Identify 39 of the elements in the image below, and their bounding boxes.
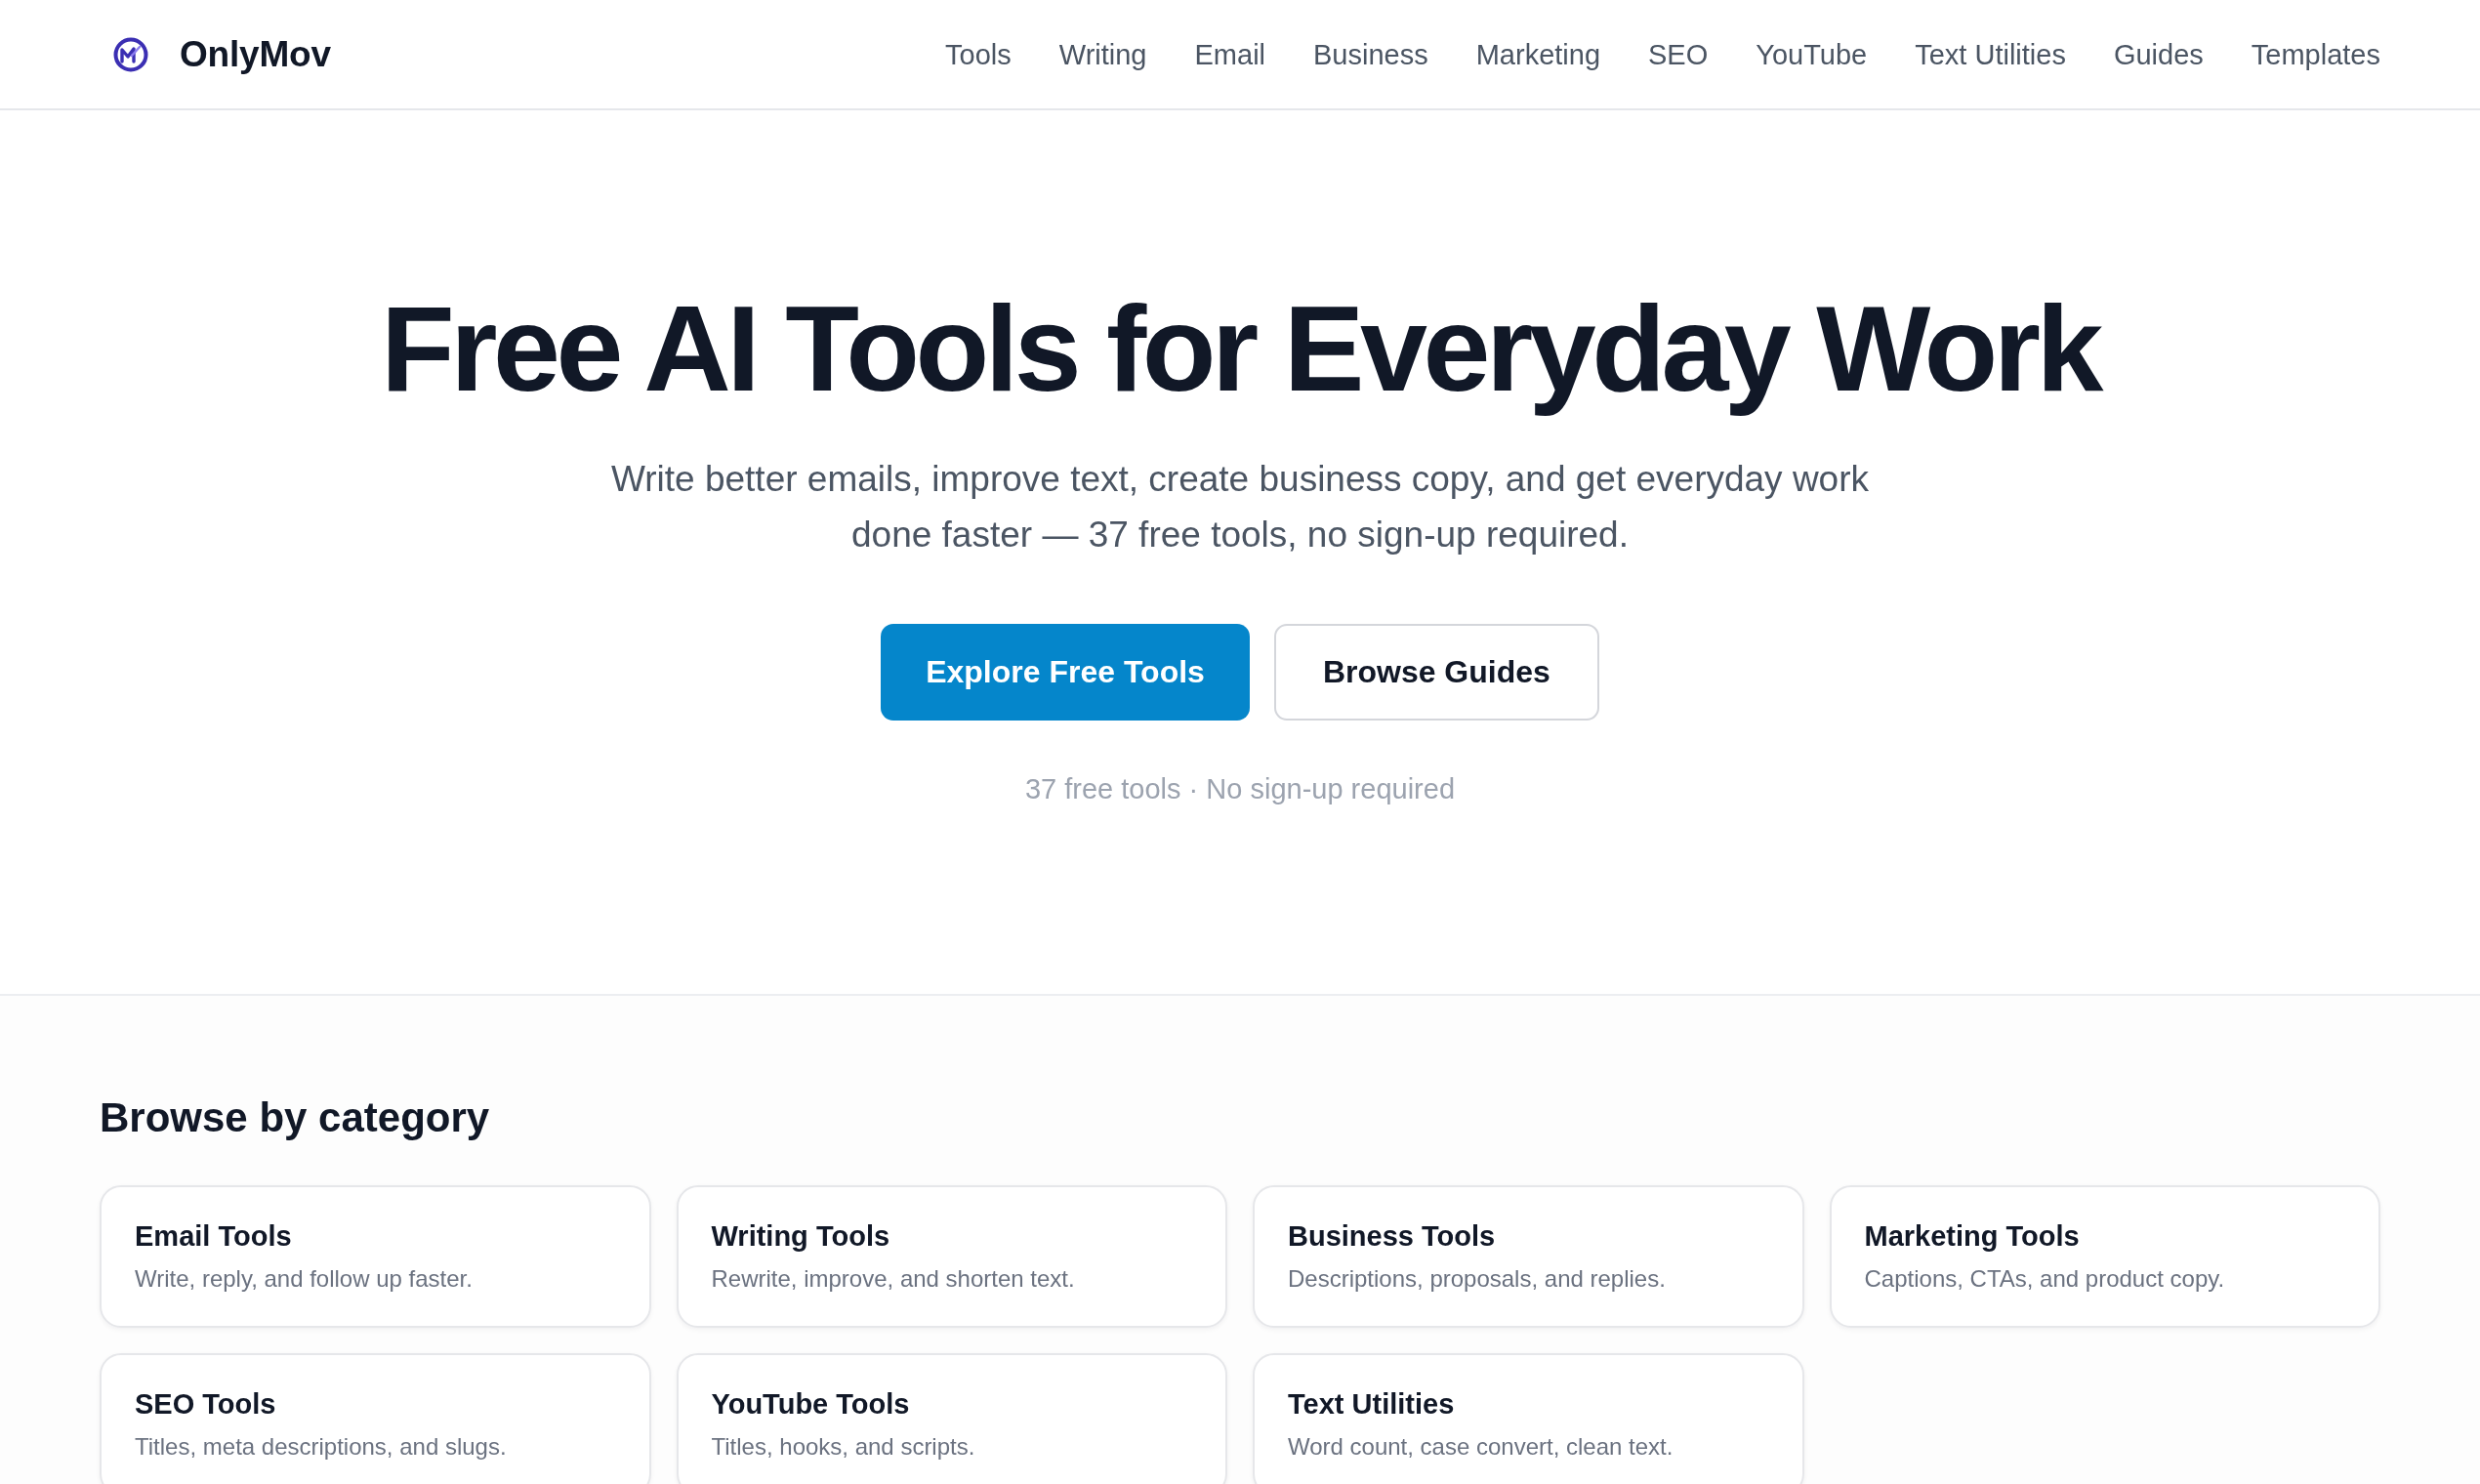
card-description: Titles, meta descriptions, and slugs. [135,1432,508,1462]
hero-title: Free AI Tools for Everyday Work [380,282,2100,415]
card-description: Titles, hooks, and scripts. [711,1432,976,1462]
card-description: Word count, case convert, clean text. [1288,1432,1674,1462]
card-title: Business Tools [1288,1219,1497,1254]
category-card[interactable]: Email Tools Write, reply, and follow up faster. [100,1185,651,1328]
nav-link[interactable]: Writing [1058,34,1147,74]
card-title: Text Utilities [1288,1387,1456,1422]
category-card[interactable]: Writing Tools Rewrite, improve, and shorten text. [676,1185,1227,1328]
logo-icon [113,36,148,72]
nav-link[interactable]: Tools [945,34,1012,74]
card-title: SEO Tools [135,1387,277,1422]
category-card[interactable]: SEO Tools Titles, meta descriptions, and slugs. [100,1353,651,1484]
nav-link[interactable]: Text Utilities [1915,34,2066,74]
hero-subtitle: Write better emails, improve text, create business copy, and get everyday work done faster — 37 free tools, no sign-up required. [610,458,1870,556]
card-description: Captions, CTAs, and product copy. [1864,1264,2226,1294]
brand-link[interactable]: OnlyMov [113,33,331,75]
card-title: Writing Tools [711,1219,891,1254]
outline-button[interactable]: Browse Guides [1273,624,1599,721]
nav-link[interactable]: SEO [1648,34,1709,74]
card-description: Rewrite, improve, and shorten text. [711,1264,1076,1294]
card-description: Descriptions, proposals, and replies. [1288,1264,1667,1294]
section-heading: Browse by category [100,1093,491,1142]
nav-link[interactable]: Marketing [1475,34,1600,74]
hero-note: 37 free tools · No sign-up required [1024,772,1456,806]
card-title: YouTube Tools [711,1387,911,1422]
nav-link[interactable]: Business [1313,34,1428,74]
nav-link[interactable]: Guides [2113,34,2204,74]
category-card[interactable]: Marketing Tools Captions, CTAs, and product copy. [1829,1185,2380,1328]
category-card[interactable]: YouTube Tools Titles, hooks, and scripts. [676,1353,1227,1484]
card-title: Marketing Tools [1864,1219,2081,1254]
nav-link[interactable]: Email [1194,34,1265,74]
nav-link[interactable]: Templates [2251,34,2380,74]
card-description: Write, reply, and follow up faster. [135,1264,474,1294]
card-title: Email Tools [135,1219,293,1254]
primary-button[interactable]: Explore Free Tools [881,624,1250,721]
category-card[interactable]: Text Utilities Word count, case convert, clean text. [1253,1353,1804,1484]
category-card[interactable]: Business Tools Descriptions, proposals, and replies. [1253,1185,1804,1328]
nav-link[interactable]: YouTube [1756,34,1868,74]
